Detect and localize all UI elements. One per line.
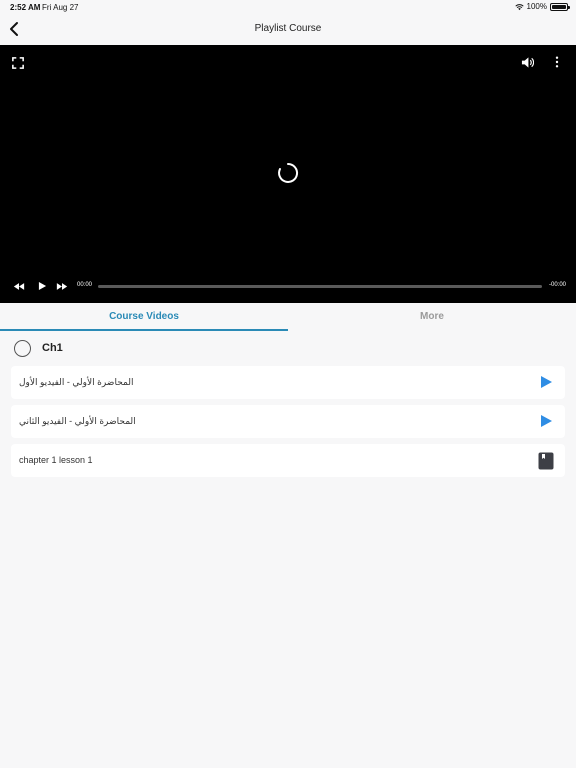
- loading-spinner-icon: [278, 162, 299, 183]
- lesson-item[interactable]: chapter 1 lesson 1: [11, 444, 565, 477]
- play-button[interactable]: [36, 280, 48, 292]
- play-icon[interactable]: [539, 414, 553, 428]
- tab-course-videos[interactable]: Course Videos: [0, 303, 288, 331]
- status-right: 100%: [514, 2, 570, 11]
- tab-bar: Course Videos More: [0, 303, 576, 331]
- fullscreen-button[interactable]: [11, 56, 25, 70]
- play-icon[interactable]: [539, 375, 553, 389]
- fast-forward-button[interactable]: [55, 280, 69, 292]
- nav-bar: Playlist Course: [0, 14, 576, 45]
- video-player[interactable]: 00:00 -00:00: [0, 45, 576, 303]
- battery-percent: 100%: [526, 2, 547, 11]
- battery-icon: [550, 2, 570, 11]
- lesson-item[interactable]: المحاضرة الأولي - الفيديو الثاني: [11, 405, 565, 438]
- wifi-icon: [514, 3, 524, 10]
- rewind-button[interactable]: [12, 280, 26, 292]
- rewind-icon: [13, 282, 25, 290]
- status-time: 2:52 AM: [10, 3, 41, 12]
- lesson-title: المحاضرة الأولي - الفيديو الأول: [19, 377, 134, 387]
- page-title: Playlist Course: [254, 23, 322, 34]
- volume-button[interactable]: [520, 55, 534, 69]
- lesson-title: المحاضرة الأولي - الفيديو الثاني: [19, 416, 136, 426]
- more-options-button[interactable]: [552, 55, 562, 69]
- status-date: Fri Aug 27: [42, 3, 79, 12]
- remaining-time: -00:00: [548, 282, 566, 288]
- volume-icon: [521, 56, 534, 68]
- status-bar: 2:52 AM Fri Aug 27 100%: [0, 0, 576, 14]
- current-time: 00:00: [77, 282, 93, 288]
- lesson-title: chapter 1 lesson 1: [19, 455, 93, 465]
- chapter-header[interactable]: Ch1: [14, 337, 63, 359]
- player-controls: 00:00 -00:00: [0, 271, 576, 303]
- lesson-item[interactable]: المحاضرة الأولي - الفيديو الأول: [11, 366, 565, 399]
- chapter-status-circle-icon: [14, 339, 31, 357]
- fullscreen-icon: [12, 57, 24, 69]
- play-icon: [38, 281, 46, 291]
- book-icon[interactable]: [538, 452, 554, 470]
- more-vertical-icon: [555, 56, 559, 68]
- tab-more[interactable]: More: [288, 303, 576, 331]
- fast-forward-icon: [56, 282, 68, 290]
- progress-bar[interactable]: [98, 285, 542, 288]
- chapter-title: Ch1: [42, 342, 63, 354]
